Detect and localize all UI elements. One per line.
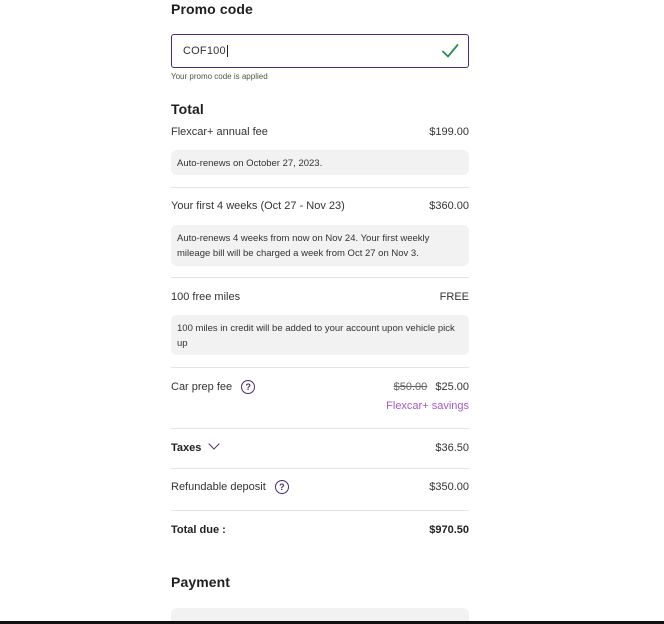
divider <box>171 428 469 429</box>
taxes-label: Taxes <box>171 442 202 454</box>
divider <box>171 277 469 278</box>
divider <box>171 468 469 469</box>
taxes-row[interactable]: Taxes $36.50 <box>171 438 469 456</box>
first-weeks-note: Auto-renews 4 weeks from now on Nov 24. … <box>171 225 469 266</box>
help-icon[interactable]: ? <box>241 380 256 394</box>
promo-code-heading: Promo code <box>171 1 253 17</box>
deposit-amount: $350.00 <box>429 481 469 493</box>
car-prep-row: Car prep fee ? $50.00 $25.00 <box>171 379 469 395</box>
text-caret <box>226 45 228 57</box>
total-due-label: Total due : <box>171 524 226 536</box>
free-miles-label: 100 free miles <box>171 291 241 303</box>
free-miles-note: 100 miles in credit will be added to you… <box>171 315 469 355</box>
check-icon <box>442 44 459 58</box>
deposit-label: Refundable deposit <box>171 480 266 493</box>
free-miles-amount: FREE <box>439 291 469 303</box>
flexcar-savings-label: Flexcar+ savings <box>386 400 469 412</box>
payment-heading: Payment <box>171 574 231 590</box>
car-prep-label: Car prep fee <box>171 380 233 393</box>
car-prep-amount: $25.00 <box>435 381 469 393</box>
divider <box>171 187 469 188</box>
total-due-amount: $970.50 <box>429 524 469 536</box>
deposit-row: Refundable deposit ? $350.00 <box>171 479 469 495</box>
annual-fee-note: Auto-renews on October 27, 2023. <box>171 150 469 175</box>
divider <box>171 367 469 368</box>
taxes-amount: $36.50 <box>435 442 469 454</box>
first-weeks-label: Your first 4 weeks (Oct 27 - Nov 23) <box>171 200 345 212</box>
annual-fee-row: Flexcar+ annual fee $199.00 <box>171 124 469 140</box>
annual-fee-amount: $199.00 <box>429 126 469 138</box>
car-prep-old-amount: $50.00 <box>393 381 428 393</box>
divider <box>171 510 469 511</box>
total-heading: Total <box>171 101 204 117</box>
free-miles-row: 100 free miles FREE <box>171 289 469 305</box>
total-due-row: Total due : $970.50 <box>171 522 469 538</box>
first-weeks-amount: $360.00 <box>429 200 469 212</box>
help-icon[interactable]: ? <box>274 480 289 494</box>
annual-fee-label: Flexcar+ annual fee <box>171 126 268 138</box>
promo-status-text: Your promo code is applied <box>171 72 268 81</box>
first-weeks-row: Your first 4 weeks (Oct 27 - Nov 23) $36… <box>171 198 469 214</box>
promo-code-input[interactable]: COF100 <box>171 34 469 68</box>
chevron-down-icon[interactable] <box>208 438 221 450</box>
promo-code-value: COF100 <box>183 45 226 57</box>
